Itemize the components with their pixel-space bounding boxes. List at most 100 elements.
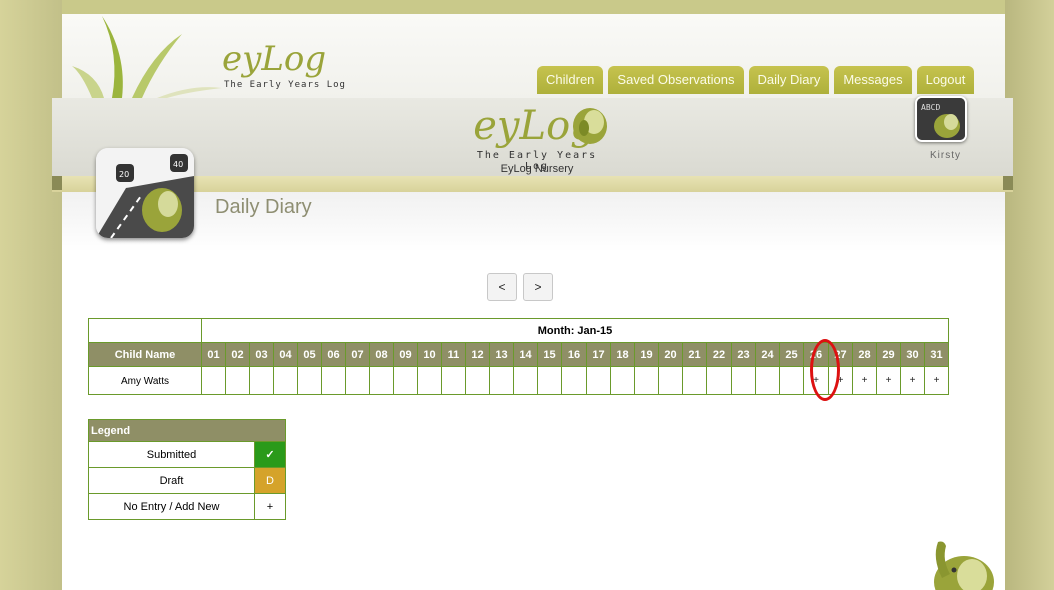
- legend-no-entry-label: No Entry / Add New: [88, 493, 255, 520]
- day-header-06: 06: [321, 342, 346, 367]
- elephant-avatar-icon: ABCD: [917, 98, 965, 140]
- band-shadow-right: [1003, 176, 1013, 190]
- legend-title: Legend: [88, 419, 286, 442]
- diary-cell-day-26[interactable]: +: [803, 366, 829, 395]
- logo-subtitle: The Early Years Log: [224, 80, 346, 90]
- diary-cell-day-13: [489, 366, 514, 395]
- day-header-17: 17: [586, 342, 611, 367]
- child-name-cell[interactable]: Amy Watts: [88, 366, 202, 395]
- diary-cell-day-20: [658, 366, 683, 395]
- daily-diary-grid: Month: Jan-15 Child Name 01 02 03 04 05 06 07 0…: [88, 318, 949, 395]
- diary-cell-day-12: [465, 366, 490, 395]
- user-avatar[interactable]: ABCD: [915, 96, 967, 142]
- diary-cell-day-06: [321, 366, 346, 395]
- diary-cell-day-09: [393, 366, 418, 395]
- daily-diary-page-icon: 20 40: [96, 148, 194, 238]
- elephant-mascot-icon: [934, 541, 994, 590]
- day-header-18: 18: [610, 342, 635, 367]
- day-header-03: 03: [249, 342, 274, 367]
- header-logo[interactable]: eyLog The Early Years Log: [222, 36, 362, 92]
- day-header-28: 28: [852, 342, 877, 367]
- diary-cell-day-05: [297, 366, 322, 395]
- next-month-button[interactable]: >: [523, 273, 553, 301]
- diary-cell-day-08: [369, 366, 394, 395]
- day-header-04: 04: [273, 342, 298, 367]
- tab-messages[interactable]: Messages: [834, 66, 912, 94]
- day-header-12: 12: [465, 342, 490, 367]
- day-header-16: 16: [561, 342, 587, 367]
- tab-children[interactable]: Children: [537, 66, 604, 94]
- day-header-20: 20: [658, 342, 683, 367]
- day-header-11: 11: [441, 342, 466, 367]
- day-header-14: 14: [513, 342, 538, 367]
- diary-cell-day-30[interactable]: +: [900, 366, 925, 395]
- diary-cell-day-24: [755, 366, 780, 395]
- page-title: Daily Diary: [215, 196, 312, 218]
- road-elephant-icon: 20 40: [96, 148, 194, 238]
- day-header-27: 27: [828, 342, 853, 367]
- tab-daily-diary[interactable]: Daily Diary: [748, 66, 830, 94]
- empty-corner-cell: [88, 318, 202, 343]
- header-stripe: [52, 176, 1013, 192]
- diary-cell-day-28[interactable]: +: [852, 366, 877, 395]
- background-right: [1005, 0, 1054, 590]
- day-header-22: 22: [706, 342, 732, 367]
- diary-cell-day-27[interactable]: +: [828, 366, 853, 395]
- day-header-10: 10: [417, 342, 442, 367]
- legend-table: Legend Submitted ✓ Draft D No Entry / Ad…: [88, 419, 286, 520]
- svg-text:40: 40: [173, 160, 183, 169]
- bamboo-decoration: [72, 16, 222, 98]
- day-header-30: 30: [900, 342, 925, 367]
- diary-cell-day-11: [441, 366, 466, 395]
- day-header-24: 24: [755, 342, 780, 367]
- legend-draft-symbol: D: [254, 467, 286, 494]
- legend-draft-label: Draft: [88, 467, 255, 494]
- table-row: Amy Watts + + + + + +: [88, 366, 949, 395]
- day-header-13: 13: [489, 342, 514, 367]
- day-header-31: 31: [924, 342, 949, 367]
- user-name: Kirsty: [930, 150, 961, 161]
- diary-cell-day-07: [345, 366, 370, 395]
- logo-text: eyLog: [222, 39, 327, 79]
- diary-cell-day-31[interactable]: +: [924, 366, 949, 395]
- band-shadow-left: [52, 176, 62, 190]
- diary-cell-day-23: [731, 366, 756, 395]
- nursery-name: EyLog Nursery: [500, 163, 574, 175]
- diary-cell-day-18: [610, 366, 635, 395]
- day-header-21: 21: [682, 342, 707, 367]
- day-header-26: 26: [803, 342, 829, 367]
- tab-logout[interactable]: Logout: [916, 66, 975, 94]
- day-header-02: 02: [225, 342, 250, 367]
- elephant-logo-icon: [573, 108, 607, 144]
- svg-text:ABCD: ABCD: [921, 103, 940, 112]
- diary-cell-day-22: [706, 366, 732, 395]
- diary-cell-day-17: [586, 366, 611, 395]
- tab-saved-observations[interactable]: Saved Observations: [608, 66, 744, 94]
- content-fade: [62, 192, 1005, 252]
- legend-no-entry-symbol: +: [254, 493, 286, 520]
- child-name-header: Child Name: [88, 342, 202, 367]
- main-nav-tabs: Children Saved Observations Daily Diary …: [537, 66, 975, 94]
- diary-cell-day-04: [273, 366, 298, 395]
- diary-cell-day-10: [417, 366, 442, 395]
- day-header-25: 25: [779, 342, 804, 367]
- day-header-29: 29: [876, 342, 901, 367]
- day-header-08: 08: [369, 342, 394, 367]
- diary-cell-day-03: [249, 366, 274, 395]
- diary-cell-day-25: [779, 366, 804, 395]
- day-header-01: 01: [201, 342, 226, 367]
- diary-cell-day-02: [225, 366, 250, 395]
- day-header-23: 23: [731, 342, 756, 367]
- day-header-07: 07: [345, 342, 370, 367]
- background-left: [0, 0, 62, 590]
- legend-submitted-label: Submitted: [88, 441, 255, 468]
- month-label: Month: Jan-15: [201, 318, 949, 343]
- diary-cell-day-29[interactable]: +: [876, 366, 901, 395]
- diary-cell-day-01: [201, 366, 226, 395]
- diary-cell-day-21: [682, 366, 707, 395]
- svg-text:20: 20: [119, 170, 129, 179]
- diary-cell-day-14: [513, 366, 538, 395]
- prev-month-button[interactable]: <: [487, 273, 517, 301]
- day-header-15: 15: [537, 342, 562, 367]
- diary-cell-day-15: [537, 366, 562, 395]
